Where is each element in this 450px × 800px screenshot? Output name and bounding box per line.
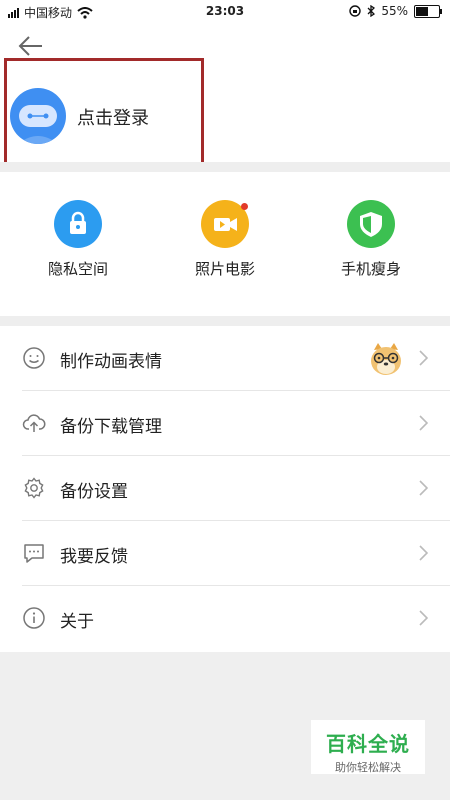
section-divider [0,316,450,326]
lock-icon [54,200,102,248]
watermark-subtitle: 助你轻松解决 [335,761,401,774]
avatar[interactable] [10,88,66,144]
quick-action-label: 照片电影 [194,260,255,278]
menu-item-about[interactable]: 关于 [0,586,450,651]
section-divider [0,162,450,172]
bluetooth-icon [367,5,376,17]
shield-icon [347,200,395,248]
battery-icon [414,4,442,18]
chevron-right-icon [419,350,428,366]
login-link[interactable]: 点击登录 [77,104,149,130]
rotation-lock-icon [349,5,362,17]
gear-icon [24,477,44,499]
watermark: 百科全说 助你轻松解决 [311,720,425,774]
quick-action-phone-cleanup[interactable]: 手机瘦身 [311,200,431,279]
quick-action-privacy[interactable]: 隐私空间 [18,200,138,279]
notification-dot [241,203,248,210]
robot-face-icon [18,105,58,144]
menu-item-backup-settings[interactable]: 备份设置 [0,456,450,521]
menu-item-label: 备份下载管理 [60,417,162,437]
quick-action-label: 隐私空间 [47,260,108,278]
watermark-title: 百科全说 [326,732,410,756]
smiley-icon [23,347,45,369]
menu-item-make-sticker[interactable]: 制作动画表情 [0,326,450,391]
menu-item-backup-download[interactable]: 备份下载管理 [0,391,450,456]
menu-item-label: 制作动画表情 [60,352,162,372]
message-icon [24,544,44,563]
info-icon [23,607,45,629]
chevron-right-icon [419,480,428,496]
back-arrow-icon[interactable] [16,32,46,60]
status-bar: 中国移动 23:03 55% [0,0,450,24]
settings-menu: 制作动画表情 备份下载管理 备份设置 我要反馈 关于 [0,326,450,651]
menu-item-label: 我要反馈 [60,547,128,567]
battery-percent: 55% [381,4,408,18]
doge-sticker-icon [371,343,401,375]
menu-item-label: 备份设置 [60,482,128,502]
chevron-right-icon [419,610,428,626]
menu-item-label: 关于 [60,612,94,632]
cloud-upload-icon [22,414,46,432]
quick-action-label: 手机瘦身 [340,260,401,278]
quick-actions: 隐私空间 照片电影 手机瘦身 [0,200,450,300]
video-camera-icon [201,200,249,248]
chevron-right-icon [419,545,428,561]
quick-action-photo-movie[interactable]: 照片电影 [165,200,285,279]
menu-item-feedback[interactable]: 我要反馈 [0,521,450,586]
chevron-right-icon [419,415,428,431]
